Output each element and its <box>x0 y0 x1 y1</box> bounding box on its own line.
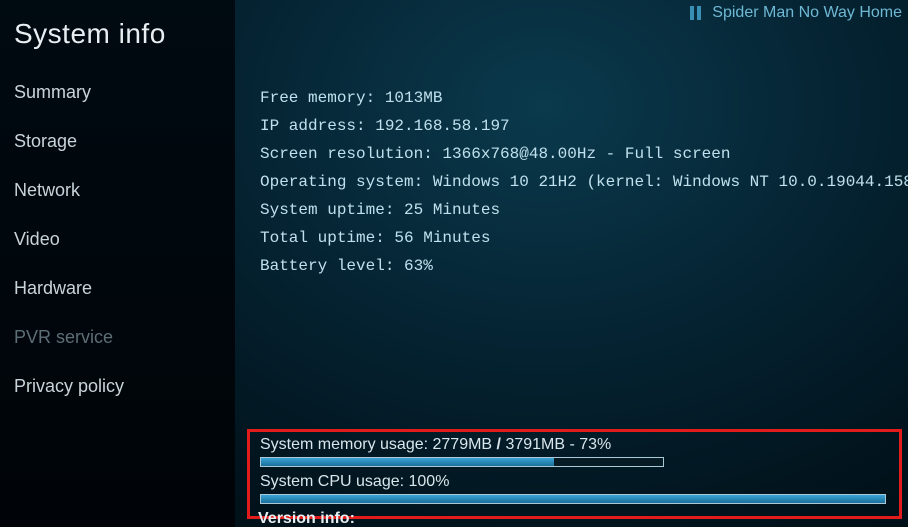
page-title: System info <box>0 8 235 68</box>
memory-usage-bar <box>260 457 664 467</box>
memory-usage-label: System memory usage: 2779MB / 3791MB - 7… <box>260 436 889 454</box>
info-ip-address: IP address: 192.168.58.197 <box>260 112 896 140</box>
cpu-usage-bar <box>260 494 886 504</box>
info-system-uptime: System uptime: 25 Minutes <box>260 196 896 224</box>
info-panel: Free memory: 1013MB IP address: 192.168.… <box>260 84 896 280</box>
now-playing-title: Spider Man No Way Home <box>712 4 902 22</box>
cpu-usage-label: System CPU usage: 100% <box>260 473 889 491</box>
info-screen-resolution: Screen resolution: 1366x768@48.00Hz - Fu… <box>260 140 896 168</box>
sidebar-item-video[interactable]: Video <box>0 215 235 264</box>
sidebar-item-summary[interactable]: Summary <box>0 68 235 117</box>
sidebar-item-pvr-service[interactable]: PVR service <box>0 313 235 362</box>
cpu-usage-fill <box>261 495 885 503</box>
memory-usage-total: 3791MB - 73% <box>505 436 611 453</box>
info-total-uptime: Total uptime: 56 Minutes <box>260 224 896 252</box>
now-playing: Spider Man No Way Home <box>690 4 902 22</box>
info-operating-system: Operating system: Windows 10 21H2 (kerne… <box>260 168 896 196</box>
info-battery: Battery level: 63% <box>260 252 896 280</box>
sidebar-item-privacy-policy[interactable]: Privacy policy <box>0 362 235 411</box>
usage-box: System memory usage: 2779MB / 3791MB - 7… <box>247 429 902 519</box>
sidebar-item-storage[interactable]: Storage <box>0 117 235 166</box>
info-free-memory: Free memory: 1013MB <box>260 84 896 112</box>
sidebar-item-network[interactable]: Network <box>0 166 235 215</box>
memory-usage-fill <box>261 458 554 466</box>
version-info-label: Version info: <box>258 510 355 527</box>
sidebar-nav: SummaryStorageNetworkVideoHardwarePVR se… <box>0 68 235 411</box>
sidebar-item-hardware[interactable]: Hardware <box>0 264 235 313</box>
pause-icon <box>690 6 704 20</box>
memory-usage-used: System memory usage: 2779MB <box>260 436 492 453</box>
memory-usage-sep: / <box>492 436 505 453</box>
sidebar: System info SummaryStorageNetworkVideoHa… <box>0 0 235 527</box>
